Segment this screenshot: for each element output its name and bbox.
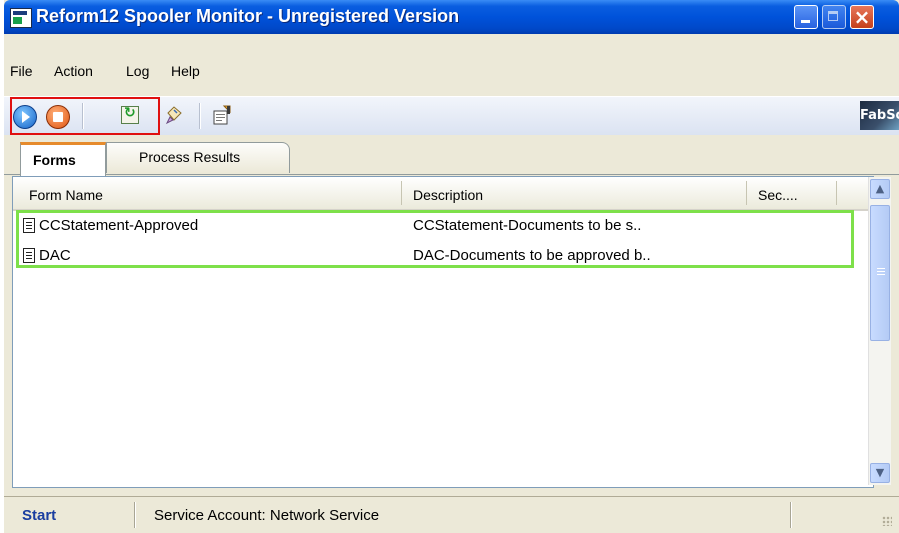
status-divider <box>790 502 792 528</box>
list-header: Form Name Description Sec.... <box>13 177 873 211</box>
forms-tool-icon[interactable] <box>164 105 184 125</box>
scroll-down-button[interactable]: ▼ <box>870 463 890 483</box>
menu-action[interactable]: Action <box>54 63 93 79</box>
column-divider[interactable] <box>401 181 402 205</box>
status-start: Start <box>22 507 57 524</box>
scroll-thumb[interactable] <box>870 205 890 341</box>
vertical-scrollbar[interactable]: ▲ ▼ <box>868 177 891 485</box>
menu-help[interactable]: Help <box>171 63 200 79</box>
tab-process-results[interactable]: Process Results <box>106 142 290 173</box>
menu-file[interactable]: File <box>10 63 33 79</box>
column-divider[interactable] <box>836 181 837 205</box>
minimize-button[interactable] <box>794 5 818 29</box>
grip-icon <box>877 268 885 269</box>
maximize-icon <box>828 11 838 21</box>
highlight-form-rows <box>16 210 854 268</box>
app-window: Reform12 Spooler Monitor - Unregistered … <box>4 0 899 533</box>
window-title: Reform12 Spooler Monitor - Unregistered … <box>36 6 460 26</box>
status-service-account: Service Account: Network Service <box>154 507 380 524</box>
tab-forms[interactable]: Forms <box>20 142 106 176</box>
status-bar <box>4 496 899 533</box>
minimize-icon <box>801 20 810 23</box>
app-icon[interactable] <box>10 8 32 28</box>
scroll-up-button[interactable]: ▲ <box>870 179 890 199</box>
fabsoft-logo: FabSoft <box>860 101 899 130</box>
close-icon: × <box>853 5 871 29</box>
tab-label: Forms <box>33 152 76 168</box>
menu-log[interactable]: Log <box>126 63 149 79</box>
column-header-sec[interactable]: Sec.... <box>758 187 798 203</box>
status-divider <box>134 502 136 528</box>
properties-icon[interactable] <box>211 104 233 126</box>
toolbar-separator <box>199 103 201 129</box>
close-button[interactable]: × <box>850 5 874 29</box>
maximize-button[interactable] <box>822 5 846 29</box>
tab-label: Process Results <box>139 149 241 165</box>
resize-grip[interactable] <box>882 516 892 526</box>
column-divider[interactable] <box>746 181 747 205</box>
column-header-form-name[interactable]: Form Name <box>29 187 103 203</box>
column-header-description[interactable]: Description <box>413 187 483 203</box>
highlight-toolbar-controls <box>10 97 160 135</box>
